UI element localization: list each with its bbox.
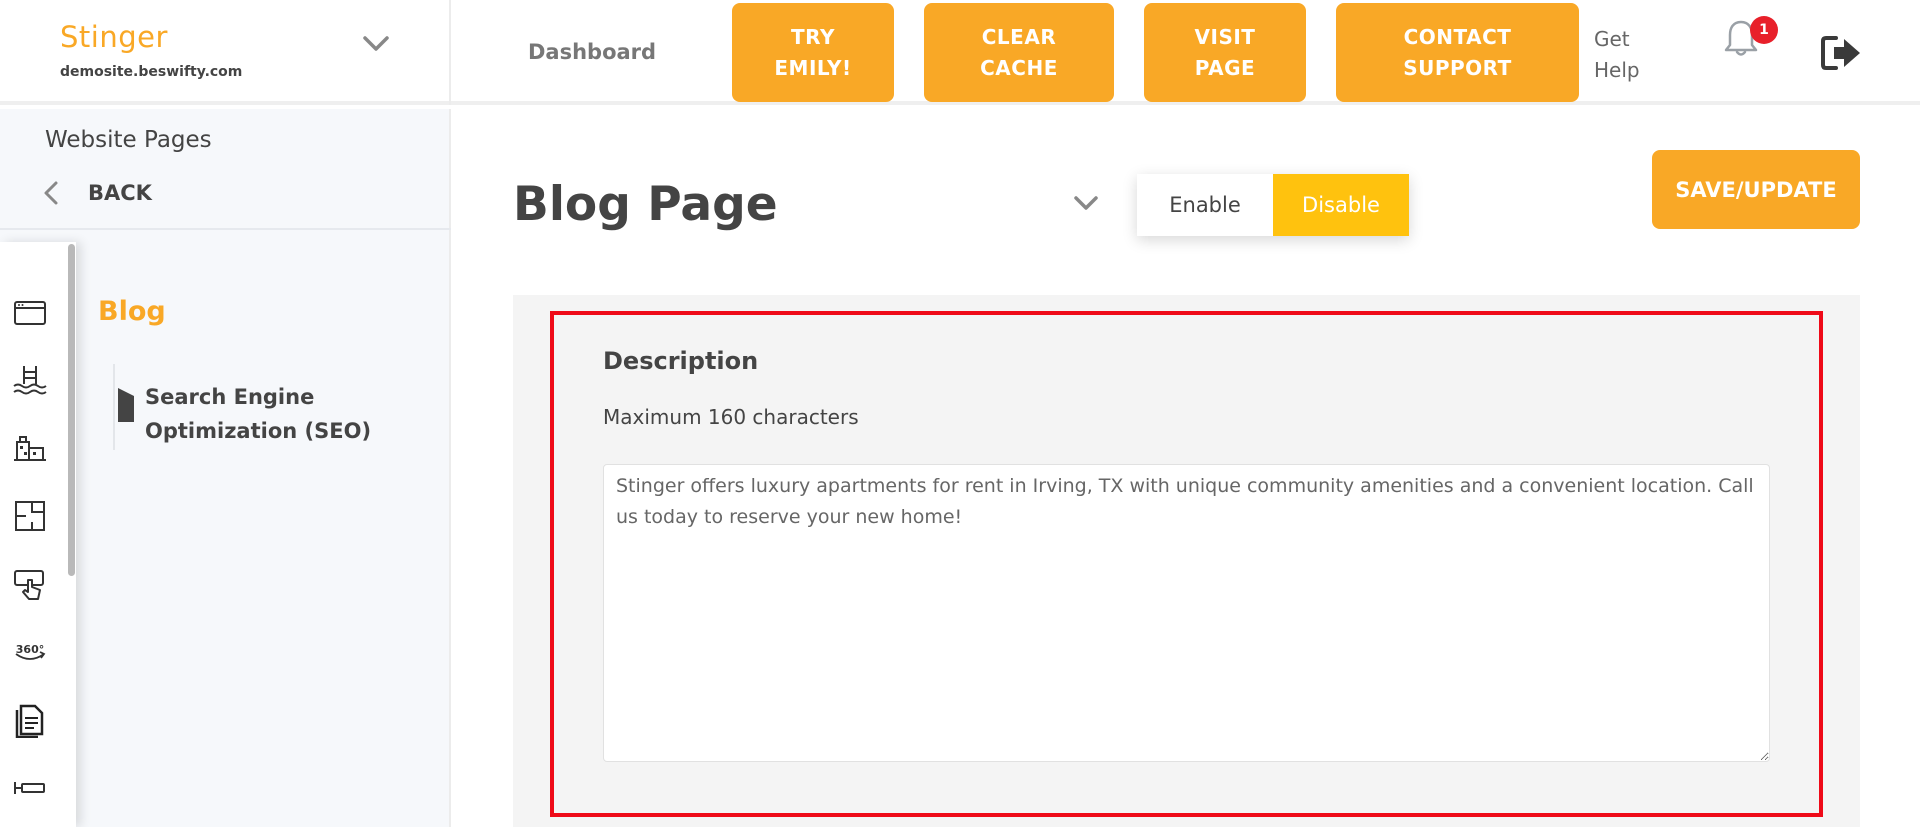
- svg-text:360°: 360°: [16, 643, 44, 656]
- save-update-button[interactable]: SAVE/UPDATE: [1652, 150, 1860, 229]
- pool-icon[interactable]: [12, 362, 48, 398]
- top-header: Stinger demosite.beswifty.com Dashboard …: [0, 0, 1920, 105]
- 360-view-icon[interactable]: 360°: [12, 634, 48, 670]
- logout-icon[interactable]: [1820, 34, 1862, 72]
- status-toggle: Enable Disable: [1137, 174, 1409, 236]
- get-help-link[interactable]: Get Help: [1594, 24, 1654, 86]
- visit-page-button[interactable]: VISIT PAGE: [1144, 3, 1306, 102]
- dashboard-link[interactable]: Dashboard: [528, 40, 656, 64]
- chevron-left-icon: [44, 181, 58, 205]
- floorplan-icon[interactable]: [12, 498, 48, 534]
- brand-name: Stinger: [60, 20, 168, 54]
- enable-button[interactable]: Enable: [1137, 174, 1273, 236]
- contact-support-button[interactable]: CONTACT SUPPORT: [1336, 3, 1579, 102]
- rail-scrollbar[interactable]: [68, 244, 75, 576]
- buildings-icon[interactable]: [12, 430, 48, 466]
- subnav-item-label: Search Engine Optimization (SEO): [145, 385, 372, 443]
- description-label: Description: [603, 347, 759, 375]
- try-emily-button[interactable]: TRY EMILY!: [732, 3, 894, 102]
- page-title: Blog Page: [513, 177, 778, 232]
- notification-badge: 1: [1750, 16, 1778, 44]
- brand-domain: demosite.beswifty.com: [60, 64, 243, 80]
- back-button[interactable]: BACK: [40, 173, 240, 213]
- browser-window-icon[interactable]: [12, 294, 48, 330]
- disable-button[interactable]: Disable: [1273, 174, 1409, 236]
- back-label: BACK: [88, 181, 152, 205]
- main-content: Blog Page Enable Disable SAVE/UPDATE Des…: [453, 109, 1920, 827]
- contact-support-label: CONTACT SUPPORT: [1403, 24, 1512, 80]
- active-marker-icon: [118, 388, 134, 422]
- document-icon[interactable]: [12, 702, 48, 739]
- key-tag-icon[interactable]: [12, 770, 48, 806]
- left-panel: Website Pages BACK 360° Blog Search Engi…: [0, 109, 451, 827]
- icon-rail: 360°: [0, 242, 76, 827]
- try-emily-label: TRY EMILY!: [774, 24, 852, 80]
- touch-screen-icon[interactable]: [12, 566, 48, 602]
- sidebar-divider: [0, 228, 451, 230]
- chevron-down-icon[interactable]: [1073, 194, 1099, 214]
- site-switcher[interactable]: Stinger demosite.beswifty.com: [0, 0, 451, 105]
- sidebar-title: Website Pages: [45, 127, 212, 153]
- section-title: Blog: [98, 296, 166, 327]
- description-hint: Maximum 160 characters: [603, 405, 859, 429]
- clear-cache-label: CLEAR CACHE: [980, 24, 1058, 80]
- visit-page-label: VISIT PAGE: [1194, 24, 1256, 80]
- subnav-item-seo[interactable]: Search Engine Optimization (SEO): [113, 364, 433, 450]
- description-textarea[interactable]: Stinger offers luxury apartments for ren…: [603, 464, 1770, 762]
- clear-cache-button[interactable]: CLEAR CACHE: [924, 3, 1114, 102]
- chevron-down-icon[interactable]: [362, 34, 390, 54]
